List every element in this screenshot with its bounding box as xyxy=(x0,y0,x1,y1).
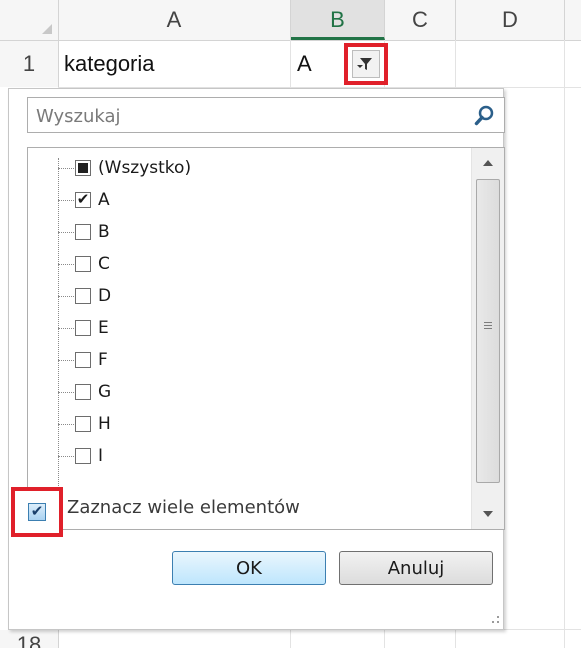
filter-item-label: (Wszystko) xyxy=(98,158,192,178)
filter-item[interactable]: F xyxy=(58,344,108,376)
filter-dropdown-button[interactable] xyxy=(344,43,388,85)
filter-item-label: E xyxy=(98,318,109,338)
row-header-1[interactable]: 1 xyxy=(0,41,59,87)
tree-dots xyxy=(58,359,74,361)
cell-b1[interactable]: A xyxy=(291,41,312,87)
multi-select-checkbox[interactable]: ✔ xyxy=(28,503,46,521)
scroll-down-arrow-icon[interactable] xyxy=(483,511,493,517)
filter-item[interactable]: ✔ A xyxy=(58,184,110,216)
filter-item[interactable]: H xyxy=(58,408,111,440)
filter-item-label: G xyxy=(98,382,112,402)
column-header-row: A B C D xyxy=(0,0,581,41)
tree-dots xyxy=(58,455,74,457)
column-header-b[interactable]: B xyxy=(291,0,385,40)
filter-item-checkbox[interactable] xyxy=(75,384,91,400)
filter-funnel-icon xyxy=(357,58,372,70)
filter-item-checkbox[interactable] xyxy=(75,416,91,432)
column-header-d[interactable]: D xyxy=(456,0,565,40)
filter-item[interactable]: E xyxy=(58,312,109,344)
tree-dots xyxy=(58,391,74,393)
check-icon: ✔ xyxy=(30,503,44,520)
filter-item[interactable]: B xyxy=(58,216,110,248)
search-icon[interactable] xyxy=(474,104,496,131)
search-box[interactable] xyxy=(27,97,505,133)
filter-item-label: I xyxy=(98,446,104,466)
filter-item[interactable]: I xyxy=(58,440,103,472)
multi-select-label: Zaznacz wiele elementów xyxy=(67,497,300,518)
row-header-18[interactable]: 18 xyxy=(0,630,59,648)
filter-item[interactable]: G xyxy=(58,376,111,408)
tree-dots xyxy=(58,423,74,425)
filter-item-label: H xyxy=(98,414,111,434)
search-input[interactable] xyxy=(34,99,458,133)
grip-icon xyxy=(484,322,492,331)
filter-item-label: F xyxy=(98,350,108,370)
filter-item-label: A xyxy=(98,190,110,210)
scroll-up-arrow-icon[interactable] xyxy=(483,160,493,166)
filter-item-checkbox[interactable] xyxy=(75,320,91,336)
filter-item-checkbox[interactable] xyxy=(75,160,91,176)
filter-item-label: C xyxy=(98,254,110,274)
tree-dots xyxy=(58,231,74,233)
ok-button[interactable]: OK xyxy=(172,551,326,585)
filter-values-list[interactable]: (Wszystko) ✔ A B C D E F G H I xyxy=(27,147,505,530)
column-header-c[interactable]: C xyxy=(385,0,456,40)
resize-grip-icon[interactable] xyxy=(489,616,499,626)
tree-dots xyxy=(58,167,74,169)
tree-dots xyxy=(58,295,74,297)
multi-select-highlight[interactable]: ✔ xyxy=(11,487,63,537)
filter-item-checkbox[interactable] xyxy=(75,352,91,368)
filter-item-checkbox[interactable] xyxy=(75,256,91,272)
filter-item-label: D xyxy=(98,286,112,306)
filter-item[interactable]: (Wszystko) xyxy=(58,152,191,184)
filter-item-label: B xyxy=(98,222,110,242)
tree-dots xyxy=(58,199,74,201)
filter-item-checkbox[interactable] xyxy=(75,288,91,304)
filter-item[interactable]: D xyxy=(58,280,111,312)
filter-item-checkbox[interactable]: ✔ xyxy=(75,192,91,208)
autofilter-panel: (Wszystko)✔ABCDEFGHI ✔ Zaznacz wiele ele… xyxy=(8,88,505,630)
filter-item-checkbox[interactable] xyxy=(75,448,91,464)
column-header-a[interactable]: A xyxy=(58,0,291,40)
tree-dots xyxy=(58,327,74,329)
filter-item-checkbox[interactable] xyxy=(75,224,91,240)
select-all-corner[interactable] xyxy=(0,0,59,40)
filter-item[interactable]: C xyxy=(58,248,110,280)
vertical-scrollbar[interactable] xyxy=(471,148,504,529)
cell-a1[interactable]: kategoria xyxy=(58,41,155,87)
scroll-thumb[interactable] xyxy=(476,179,500,483)
cancel-button[interactable]: Anuluj xyxy=(339,551,493,585)
tree-dots xyxy=(58,263,74,265)
